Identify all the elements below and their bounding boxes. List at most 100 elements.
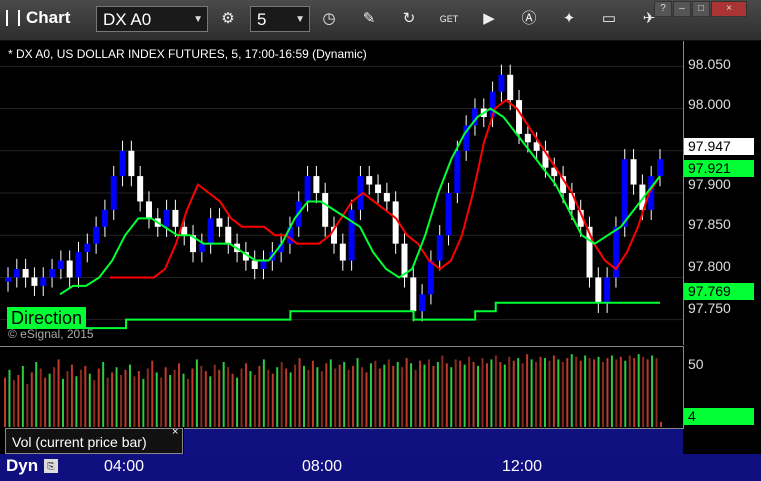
- volume-bar: [481, 358, 484, 427]
- volume-bar: [128, 364, 131, 427]
- candle-body: [66, 260, 73, 278]
- get-icon[interactable]: GET: [438, 8, 460, 30]
- volume-bar: [227, 367, 230, 427]
- candle-body: [313, 176, 320, 193]
- candle-body: [225, 226, 232, 244]
- pencil-icon[interactable]: ✎: [358, 8, 380, 30]
- volume-bar: [387, 359, 390, 427]
- volume-bar: [610, 355, 613, 427]
- volume-bar: [39, 368, 42, 427]
- symbol-input[interactable]: DX A0 ▼: [96, 6, 208, 32]
- chevron-down-icon[interactable]: ▼: [295, 7, 305, 33]
- candle-body: [84, 243, 91, 253]
- price-chart[interactable]: [0, 41, 684, 345]
- volume-bar: [12, 380, 15, 427]
- candle-body: [366, 176, 373, 185]
- volume-bar: [454, 359, 457, 427]
- restore-button[interactable]: □: [692, 1, 710, 17]
- volume-bar: [106, 377, 109, 427]
- play-icon[interactable]: ▶: [478, 8, 500, 30]
- volume-bar: [289, 372, 292, 427]
- dynamic-mode-label[interactable]: Dyn: [6, 456, 38, 476]
- volume-bar: [356, 358, 359, 427]
- volume-bar: [450, 367, 453, 427]
- volume-bar: [646, 359, 649, 427]
- volume-bar: [231, 373, 234, 427]
- candle-body: [207, 218, 214, 244]
- volume-bar: [361, 367, 364, 427]
- volume-bar: [526, 354, 529, 427]
- volume-bar: [512, 360, 515, 427]
- volume-bar: [548, 360, 551, 427]
- candle-body: [375, 184, 382, 193]
- refresh-icon[interactable]: ↻: [398, 8, 420, 30]
- volume-bar: [566, 358, 569, 427]
- volume-bar: [410, 363, 413, 427]
- clock-icon[interactable]: ◷: [318, 8, 340, 30]
- close-study-icon[interactable]: ×: [172, 426, 178, 438]
- volume-bar: [570, 354, 573, 427]
- candle-body: [348, 209, 355, 261]
- volume-bar: [401, 367, 404, 427]
- minimize-button[interactable]: –: [673, 1, 691, 17]
- candle-body: [630, 159, 637, 185]
- volume-bar: [244, 363, 247, 427]
- volume-bar: [195, 359, 198, 427]
- volume-bar: [17, 375, 20, 427]
- help-button[interactable]: ?: [654, 1, 672, 17]
- a-icon[interactable]: Ⓐ: [518, 8, 540, 30]
- volume-bar: [539, 356, 542, 427]
- volume-bar: [142, 378, 145, 427]
- volume-bar: [88, 373, 91, 427]
- volume-bar: [213, 364, 216, 427]
- volume-bar: [352, 365, 355, 427]
- volume-bar: [4, 377, 6, 427]
- interval-input[interactable]: 5 ▼: [250, 6, 310, 32]
- volume-bar: [21, 365, 24, 427]
- gear-icon[interactable]: ⚙: [217, 8, 239, 30]
- volume-bar: [535, 362, 538, 427]
- volume-bar: [70, 364, 73, 427]
- volume-bar: [463, 364, 466, 427]
- volume-bar: [209, 376, 212, 427]
- candle-body: [436, 235, 443, 261]
- volume-bar: [53, 367, 56, 427]
- volume-bar: [369, 363, 372, 427]
- volume-bar: [298, 358, 301, 427]
- volume-bar: [543, 358, 546, 427]
- candle-body: [22, 269, 29, 278]
- price-tick: 97.800: [688, 258, 731, 274]
- candle-body: [322, 193, 329, 227]
- candle-body: [163, 209, 170, 227]
- volume-bar: [601, 362, 604, 427]
- volume-bar: [633, 358, 636, 427]
- close-button[interactable]: ×: [711, 1, 747, 17]
- candle-body: [427, 260, 434, 295]
- volume-bar: [249, 371, 252, 427]
- volume-bar: [173, 369, 176, 427]
- chevron-down-icon[interactable]: ▼: [193, 7, 203, 33]
- direction-label: Direction: [7, 307, 87, 329]
- copyright-text: © eSignal, 2015: [8, 327, 94, 341]
- volume-bar: [343, 362, 346, 427]
- candle-body: [410, 277, 417, 312]
- candle-body: [454, 150, 461, 193]
- volume-pane[interactable]: [0, 346, 684, 429]
- volume-study-tab[interactable]: Vol (current price bar): [5, 428, 183, 454]
- volume-bar: [405, 358, 408, 427]
- candle-body: [516, 100, 523, 134]
- time-tick: 04:00: [104, 458, 145, 475]
- comment-icon[interactable]: ▭: [598, 8, 620, 30]
- volume-bar: [477, 365, 480, 427]
- volume-bar: [628, 355, 631, 427]
- volume-bar: [320, 371, 323, 427]
- volume-bar: [588, 358, 591, 427]
- candle-body: [657, 159, 663, 177]
- tools-icon[interactable]: ✦: [558, 8, 580, 30]
- volume-bar: [414, 369, 417, 427]
- calendar-icon[interactable]: ⎘: [44, 459, 58, 473]
- volume-bar: [30, 372, 33, 427]
- candle-body: [137, 176, 144, 202]
- last-price-tag: 97.947: [684, 138, 754, 155]
- volume-bar: [499, 362, 502, 427]
